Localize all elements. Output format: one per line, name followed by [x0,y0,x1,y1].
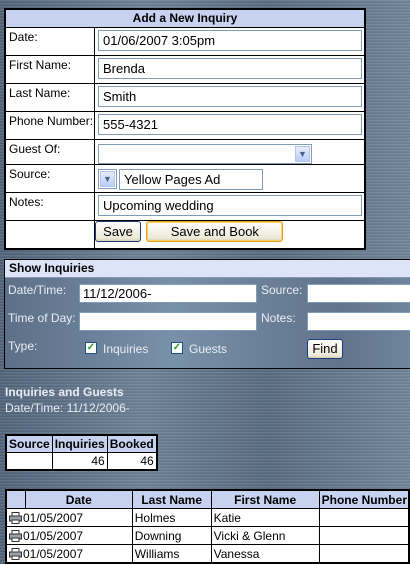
inquiries-checkbox-label: Inquiries [103,342,149,356]
date-input[interactable]: 01/06/2007 3:05pm [98,30,362,51]
save-and-book-button[interactable]: Save and Book [146,221,284,242]
list-header-first-name[interactable]: First Name [210,489,320,509]
list-header-date[interactable]: Date [24,489,133,509]
filter-source-label: Source: [261,283,303,297]
summary-booked-cell: 46 [106,452,158,471]
filter-datetime-label: Date/Time: [8,283,67,297]
row-phone [318,526,410,545]
date-label: Date: [4,27,95,56]
summary-header-inquiries: Inquiries [51,434,108,453]
phone-label: Phone Number: [4,111,95,140]
filter-notes-label: Notes: [261,311,296,325]
source-input[interactable]: Yellow Pages Ad [119,169,263,190]
add-inquiry-title: Add a New Inquiry [4,8,366,28]
chevron-down-icon[interactable]: ▼ [100,171,115,187]
filter-type-label: Type: [8,339,38,353]
guest-of-label: Guest Of: [4,139,95,165]
results-subtitle: Date/Time: 11/12/2006- [5,401,130,415]
first-name-input[interactable]: Brenda [98,58,362,79]
guest-of-select[interactable]: ▼ [98,144,312,164]
summary-header-booked: Booked [106,434,158,453]
first-name-label: First Name: [4,55,95,84]
row-last-name: Holmes [131,508,212,527]
table-row[interactable]: 01/05/2007 Holmes Katie [5,508,410,527]
list-header-last-name[interactable]: Last Name [131,489,212,509]
row-last-name: Downing [131,526,212,545]
show-inquiries-body: Date/Time: 11/12/2006- Source: Time of D… [5,278,410,368]
source-label: Source: [4,164,95,193]
printer-icon[interactable] [9,548,22,561]
save-button[interactable]: Save [95,221,141,242]
printer-icon[interactable] [9,512,22,525]
row-date: 01/05/2007 [23,546,84,561]
find-button[interactable]: Find [307,339,343,359]
add-inquiry-form: Add a New Inquiry Date: 01/06/2007 3:05p… [4,8,366,250]
summary-inquiries-cell: 46 [51,452,108,471]
list-header-icon [5,489,26,509]
row-first-name: Katie [210,508,320,527]
phone-input[interactable]: 555-4321 [98,114,362,135]
summary-table: Source Inquiries Booked 46 46 [5,434,158,471]
filter-timeofday-input[interactable] [79,312,257,331]
filter-notes-input[interactable] [307,312,410,331]
show-inquiries-panel: Show Inquiries Date/Time: 11/12/2006- So… [4,259,410,369]
notes-label: Notes: [4,192,95,221]
inquiries-checkbox[interactable]: ✓ [85,342,97,354]
summary-source-cell [5,452,53,471]
last-name-label: Last Name: [4,83,95,112]
printer-icon[interactable] [9,530,22,543]
row-date: 01/05/2007 [23,528,84,543]
chevron-down-icon[interactable]: ▼ [295,146,310,162]
guests-checkbox-label: Guests [189,342,228,356]
button-row-spacer [4,220,95,250]
row-phone [318,544,410,564]
row-last-name: Williams [131,544,212,564]
filter-datetime-input[interactable]: 11/12/2006- [79,284,257,303]
list-header-phone[interactable]: Phone Number [318,489,410,509]
row-first-name: Vanessa [210,544,320,564]
notes-input[interactable]: Upcoming wedding [98,195,362,216]
inquiries-list-table: Date Last Name First Name Phone Number 0… [5,489,410,564]
source-select[interactable]: ▼ [98,169,117,189]
show-inquiries-title: Show Inquiries [5,260,410,278]
results-title: Inquiries and Guests [5,385,124,399]
summary-header-source: Source [5,434,53,453]
row-first-name: Vicki & Glenn [210,526,320,545]
last-name-input[interactable]: Smith [98,86,362,107]
row-phone [318,508,410,527]
filter-timeofday-label: Time of Day: [8,311,76,325]
guests-checkbox[interactable]: ✓ [171,342,183,354]
table-row[interactable]: 01/05/2007 Downing Vicki & Glenn [5,526,410,545]
filter-source-input[interactable] [307,284,410,303]
table-row[interactable]: 01/05/2007 Williams Vanessa [5,544,410,564]
row-date: 01/05/2007 [23,510,84,525]
